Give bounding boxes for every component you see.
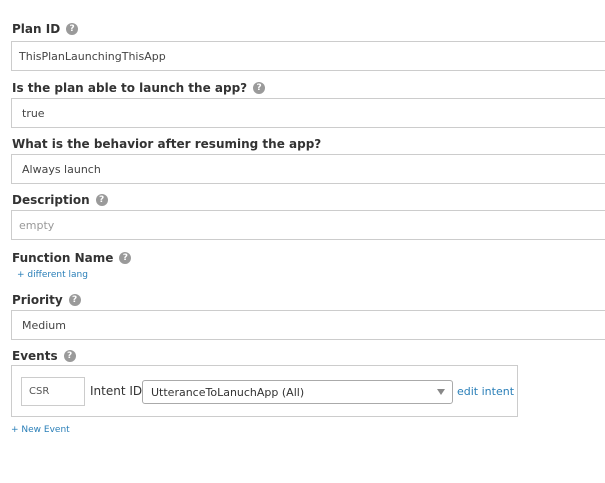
priority-value: Medium: [22, 318, 66, 332]
question-circle-icon[interactable]: ?: [253, 82, 266, 94]
description-label-text: Description: [12, 193, 90, 207]
function-name-label: Function Name ?: [12, 251, 132, 265]
edit-intent-link[interactable]: edit intent: [457, 385, 514, 398]
description-label: Description ?: [12, 193, 108, 207]
intent-selected-value: UtteranceToLanuchApp (All): [151, 385, 305, 399]
behavior-label: What is the behavior after resuming the …: [12, 137, 321, 151]
behavior-value: Always launch: [22, 162, 101, 176]
function-name-label-text: Function Name: [12, 251, 114, 265]
intent-select[interactable]: UtteranceToLanuchApp (All): [142, 380, 453, 404]
plan-id-value: ThisPlanLaunchingThisApp: [19, 49, 166, 63]
events-label: Events ?: [12, 349, 76, 363]
question-circle-icon[interactable]: ?: [119, 252, 132, 264]
event-row: CSR Intent ID UtteranceToLanuchApp (All)…: [11, 365, 518, 417]
priority-label-text: Priority: [12, 293, 63, 307]
priority-select[interactable]: Medium: [11, 310, 605, 340]
intent-id-label: Intent ID: [90, 384, 143, 398]
question-circle-icon[interactable]: ?: [68, 294, 81, 306]
behavior-select[interactable]: Always launch: [11, 154, 605, 184]
plan-id-label: Plan ID ?: [12, 22, 79, 36]
plan-id-label-text: Plan ID: [12, 22, 61, 36]
description-input[interactable]: empty: [11, 210, 605, 240]
behavior-label-text: What is the behavior after resuming the …: [12, 137, 322, 151]
launch-value: true: [22, 106, 45, 120]
events-label-text: Events: [12, 349, 58, 363]
launch-select[interactable]: true: [11, 98, 605, 128]
csr-value: CSR: [29, 386, 50, 397]
launch-label-text: Is the plan able to launch the app?: [12, 81, 248, 95]
question-circle-icon[interactable]: ?: [63, 350, 76, 362]
description-placeholder: empty: [19, 218, 55, 232]
caret-down-icon: [437, 389, 445, 395]
question-circle-icon[interactable]: ?: [95, 194, 108, 206]
plan-id-field[interactable]: ThisPlanLaunchingThisApp: [11, 41, 605, 71]
different-lang-link[interactable]: + different lang: [17, 270, 88, 280]
csr-input[interactable]: CSR: [21, 377, 85, 406]
priority-label: Priority ?: [12, 293, 81, 307]
question-circle-icon[interactable]: ?: [66, 23, 79, 35]
launch-label: Is the plan able to launch the app? ?: [12, 81, 266, 95]
new-event-link[interactable]: + New Event: [11, 425, 70, 435]
